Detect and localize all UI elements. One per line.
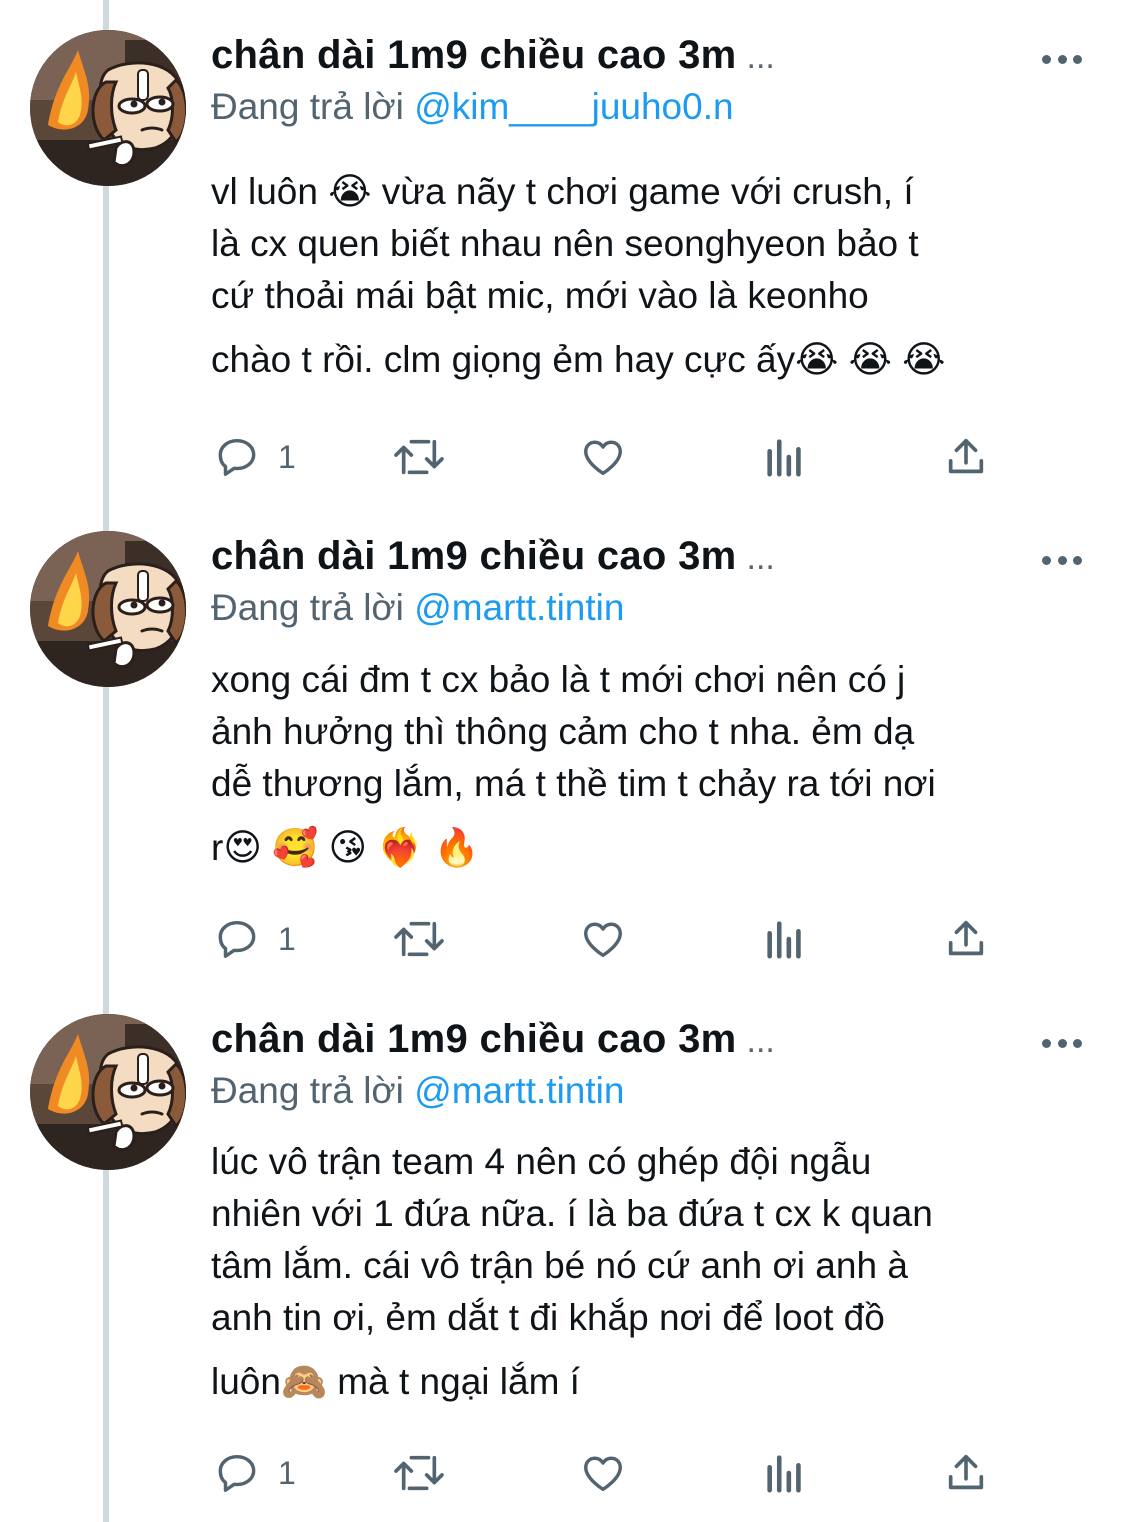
name-truncation: ... bbox=[746, 38, 775, 76]
reply-prefix: Đang trả lời bbox=[211, 86, 404, 127]
tweet-text-line: nhiên với 1 đứa nữa. í là ba đứa t cx k … bbox=[211, 1193, 933, 1234]
tweet-actions: 1 bbox=[211, 432, 1011, 482]
retweet-button[interactable] bbox=[391, 1448, 447, 1498]
replying-to: Đang trả lời @kim____juuho0.n bbox=[211, 86, 734, 128]
share-button[interactable] bbox=[943, 1448, 989, 1498]
avatar-illustration bbox=[30, 1014, 186, 1170]
share-button[interactable] bbox=[943, 914, 989, 964]
reply-count: 1 bbox=[278, 920, 296, 957]
tweet-actions: 1 bbox=[211, 914, 1011, 964]
views-bar-chart-icon bbox=[767, 921, 801, 959]
like-button[interactable] bbox=[579, 432, 627, 482]
retweet-icon bbox=[394, 439, 444, 475]
replying-to: Đang trả lời @martt.tintin bbox=[211, 587, 624, 629]
views-button[interactable] bbox=[763, 1448, 807, 1498]
tweet-text-line: lúc vô trận team 4 nên có ghép đội ngẫu bbox=[211, 1141, 872, 1182]
retweet-button[interactable] bbox=[391, 914, 447, 964]
reply-button[interactable]: 1 bbox=[214, 432, 296, 482]
tweet-header: chân dài 1m9 chiều cao 3m ... bbox=[211, 1017, 775, 1067]
tweet-actions: 1 bbox=[211, 1448, 1011, 1498]
like-button[interactable] bbox=[579, 914, 627, 964]
more-options-button[interactable] bbox=[1042, 52, 1082, 66]
reply-handle-link[interactable]: @kim____juuho0.n bbox=[414, 86, 733, 127]
more-options-button[interactable] bbox=[1042, 553, 1082, 567]
avatar[interactable] bbox=[30, 1014, 186, 1170]
reply-prefix: Đang trả lời bbox=[211, 587, 404, 628]
more-options-button[interactable] bbox=[1042, 1036, 1082, 1050]
reply-handle-link[interactable]: @martt.tintin bbox=[414, 587, 624, 628]
tweet-header: chân dài 1m9 chiều cao 3m ... bbox=[211, 33, 775, 83]
heart-icon bbox=[584, 1456, 622, 1492]
tweet-text: lúc vô trận team 4 nên có ghép đội ngẫu … bbox=[211, 1136, 1091, 1408]
retweet-icon bbox=[394, 921, 444, 957]
reply-handle-link[interactable]: @martt.tintin bbox=[414, 1070, 624, 1111]
tweet-text-line: cứ thoải mái bật mic, mới vào là keonho bbox=[211, 275, 869, 316]
tweet-text-line: xong cái đm t cx bảo là t mới chơi nên c… bbox=[211, 659, 906, 700]
more-horizontal-icon bbox=[1042, 1038, 1051, 1048]
tweet-text-line: r😍 🥰 😘 ❤️‍🔥 🔥 bbox=[211, 827, 480, 868]
reply-prefix: Đang trả lời bbox=[211, 1070, 404, 1111]
tweet-text: vl luôn 😭 vừa nãy t chơi game với crush,… bbox=[211, 166, 1091, 386]
share-upload-icon bbox=[948, 920, 984, 956]
avatar[interactable] bbox=[30, 30, 186, 186]
reply-button[interactable]: 1 bbox=[214, 1448, 296, 1498]
views-button[interactable] bbox=[763, 914, 807, 964]
author-name[interactable]: chân dài 1m9 chiều cao 3m bbox=[211, 534, 737, 579]
more-horizontal-icon bbox=[1042, 555, 1051, 565]
tweet-header: chân dài 1m9 chiều cao 3m ... bbox=[211, 534, 775, 584]
views-button[interactable] bbox=[763, 432, 807, 482]
tweet-text-line: tâm lắm. cái vô trận bé nó cứ anh ơi anh… bbox=[211, 1245, 908, 1286]
tweet-text-line: là cx quen biết nhau nên seonghyeon bảo … bbox=[211, 223, 919, 264]
reply-button[interactable]: 1 bbox=[214, 914, 296, 964]
like-button[interactable] bbox=[579, 1448, 627, 1498]
views-bar-chart-icon bbox=[767, 1455, 801, 1493]
name-truncation: ... bbox=[746, 1022, 775, 1060]
replying-to: Đang trả lời @martt.tintin bbox=[211, 1070, 624, 1112]
more-horizontal-icon bbox=[1042, 54, 1051, 64]
reply-bubble-icon bbox=[218, 438, 256, 476]
tweet-text-line: anh tin ơi, ẻm dắt t đi khắp nơi để loot… bbox=[211, 1297, 885, 1338]
tweet-text-line: luôn🙈 mà t ngại lắm í bbox=[211, 1361, 580, 1402]
heart-icon bbox=[584, 440, 622, 476]
avatar[interactable] bbox=[30, 531, 186, 687]
tweet-text-line: ảnh hưởng thì thông cảm cho t nha. ẻm dạ bbox=[211, 711, 915, 752]
reply-bubble-icon bbox=[218, 1454, 256, 1492]
tweet-text-line: chào t rồi. clm giọng ẻm hay cực ấy😭 😭 😭 bbox=[211, 339, 946, 380]
heart-icon bbox=[584, 922, 622, 958]
tweet-text: xong cái đm t cx bảo là t mới chơi nên c… bbox=[211, 654, 1091, 874]
retweet-button[interactable] bbox=[391, 432, 447, 482]
author-name[interactable]: chân dài 1m9 chiều cao 3m bbox=[211, 1017, 737, 1062]
thread-connector-line bbox=[103, 0, 109, 1522]
share-upload-icon bbox=[948, 438, 984, 474]
retweet-icon bbox=[394, 1455, 444, 1491]
author-name[interactable]: chân dài 1m9 chiều cao 3m bbox=[211, 33, 737, 78]
reply-bubble-icon bbox=[218, 920, 256, 958]
name-truncation: ... bbox=[746, 539, 775, 577]
views-bar-chart-icon bbox=[767, 439, 801, 477]
tweet-text-line: dễ thương lắm, má t thề tim t chảy ra tớ… bbox=[211, 763, 936, 804]
share-upload-icon bbox=[948, 1454, 984, 1490]
avatar-illustration bbox=[30, 30, 186, 186]
share-button[interactable] bbox=[943, 432, 989, 482]
reply-count: 1 bbox=[278, 1454, 296, 1491]
avatar-illustration bbox=[30, 531, 186, 687]
tweet-text-line: vl luôn 😭 vừa nãy t chơi game với crush,… bbox=[211, 171, 914, 212]
reply-count: 1 bbox=[278, 438, 296, 475]
